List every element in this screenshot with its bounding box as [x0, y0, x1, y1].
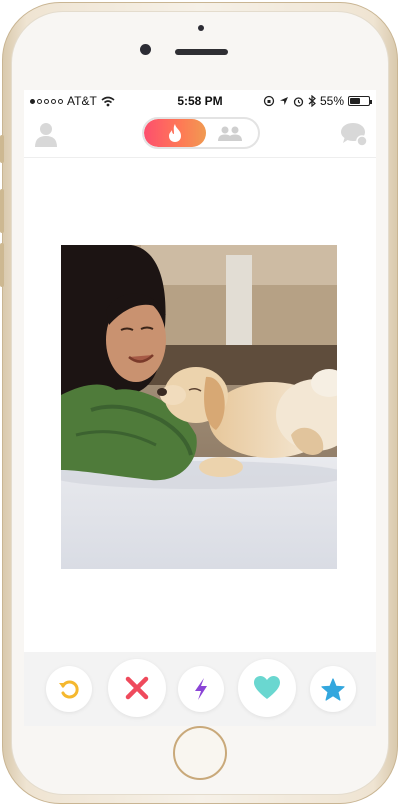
heart-icon [254, 676, 280, 699]
volume-down-button [0, 243, 4, 287]
battery-icon [348, 96, 372, 106]
flame-icon [169, 124, 181, 142]
star-icon [321, 677, 345, 701]
alarm-icon [293, 96, 304, 107]
x-icon [125, 676, 149, 700]
earpiece-speaker [175, 49, 228, 55]
bluetooth-icon [308, 95, 316, 107]
status-bar: AT&T 5:58 PM 55% [24, 90, 376, 112]
status-right: 55% [263, 94, 372, 108]
like-button[interactable] [238, 659, 296, 717]
discovery-mode-toggle[interactable] [142, 117, 260, 149]
app-screen: AT&T 5:58 PM 55% [24, 90, 376, 726]
profile-photo[interactable] [61, 245, 337, 569]
toggle-active-segment[interactable] [144, 119, 206, 147]
mute-switch [0, 135, 4, 163]
photo-illustration [61, 245, 337, 569]
boost-button[interactable] [178, 666, 224, 712]
rewind-button[interactable] [46, 666, 92, 712]
top-nav-bar [24, 112, 376, 158]
orientation-lock-icon [263, 95, 275, 107]
super-like-button[interactable] [310, 666, 356, 712]
nope-button[interactable] [108, 659, 166, 717]
front-camera [140, 44, 151, 55]
group-icon[interactable] [216, 125, 244, 141]
battery-fill [350, 98, 360, 104]
location-icon [279, 97, 288, 105]
chat-icon[interactable] [340, 121, 368, 147]
lightning-icon [195, 678, 207, 700]
home-button[interactable] [173, 726, 227, 780]
profile-icon[interactable] [34, 121, 58, 147]
proximity-sensor [198, 25, 204, 31]
volume-up-button [0, 189, 4, 233]
rewind-icon [59, 680, 79, 699]
battery-percent: 55% [319, 94, 344, 108]
card-stack [24, 159, 376, 651]
action-bar [24, 652, 376, 726]
